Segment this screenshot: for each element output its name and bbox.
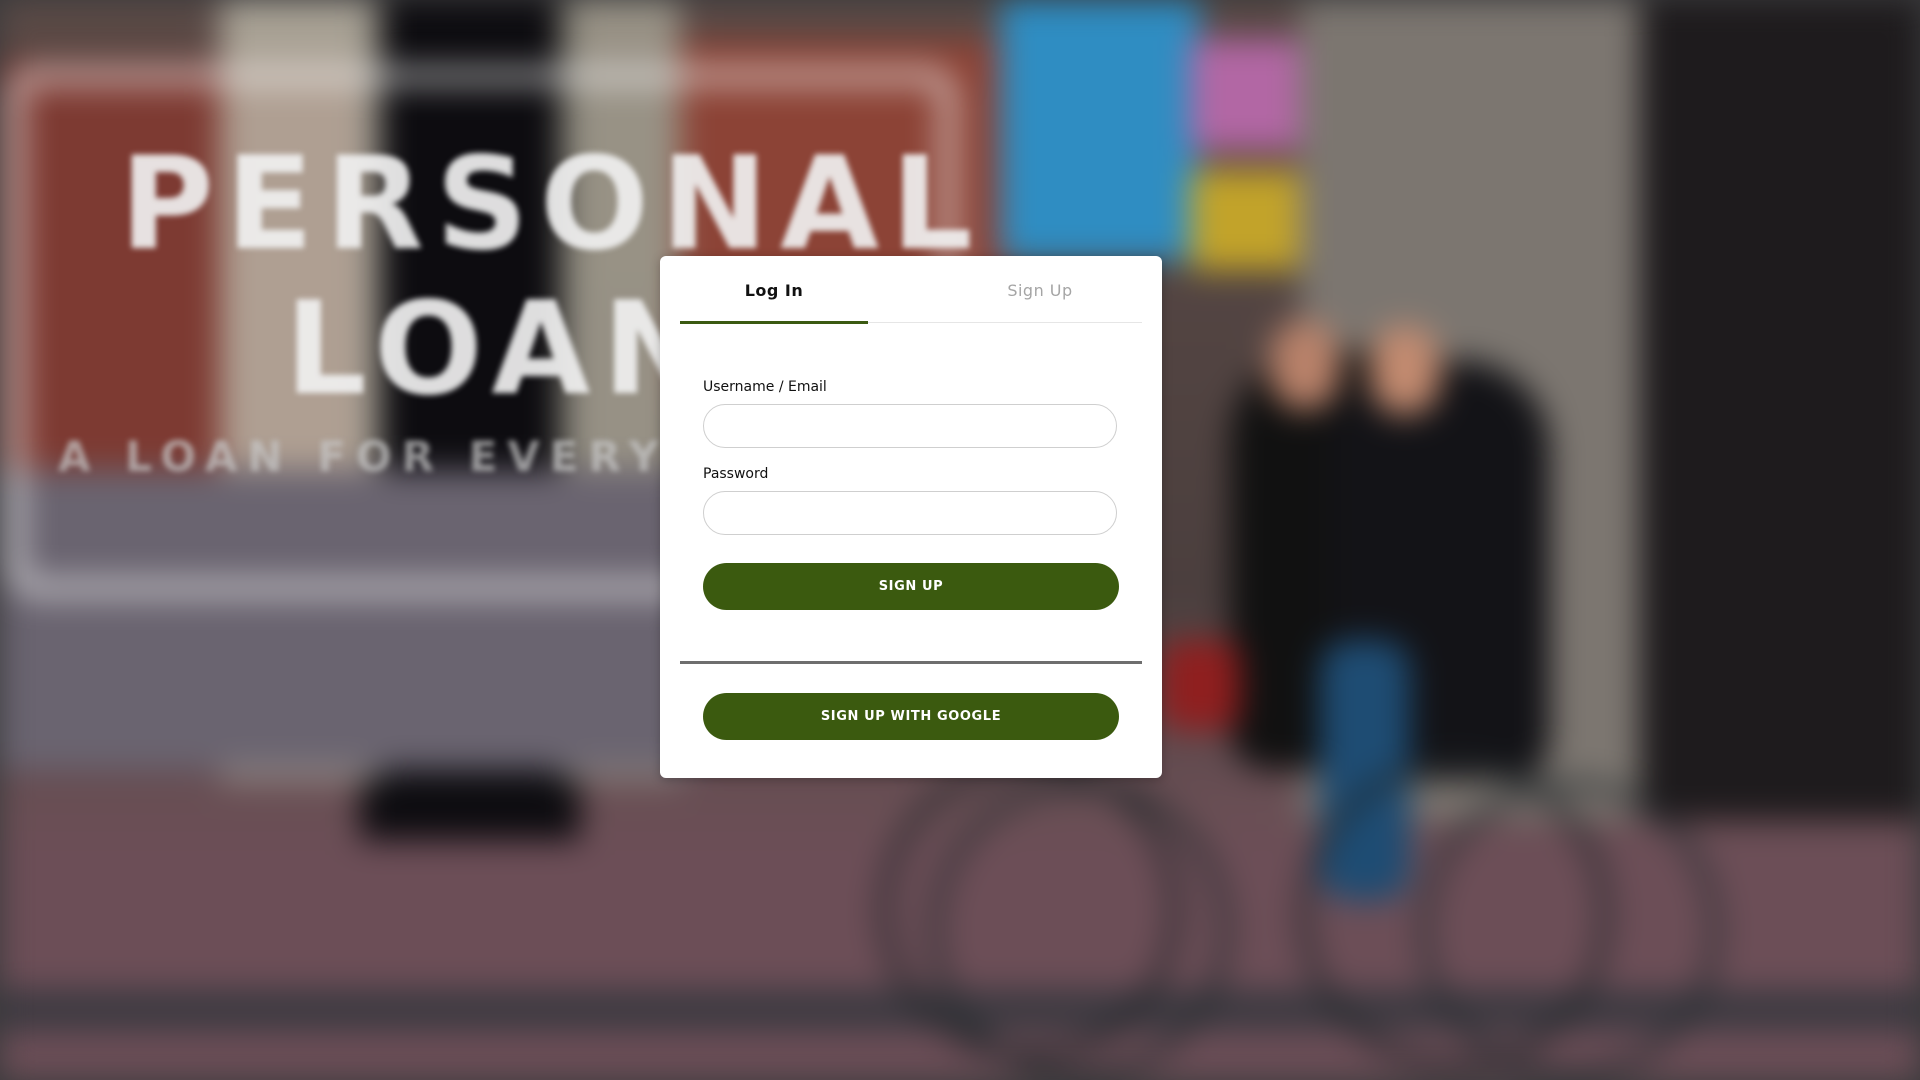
username-label: Username / Email xyxy=(703,379,827,395)
username-email-input[interactable] xyxy=(703,404,1117,448)
divider xyxy=(680,661,1142,664)
sign-up-with-google-button[interactable]: SIGN UP WITH GOOGLE xyxy=(703,693,1119,740)
active-tab-indicator xyxy=(680,321,868,324)
password-input[interactable] xyxy=(703,491,1117,535)
login-card: Log In Sign Up Username / Email Password… xyxy=(660,256,1162,778)
sign-up-button[interactable]: SIGN UP xyxy=(703,563,1119,610)
password-label: Password xyxy=(703,466,769,482)
tab-sign-up[interactable]: Sign Up xyxy=(940,256,1140,324)
sign-line-loan: LOAN xyxy=(285,275,722,424)
tab-log-in[interactable]: Log In xyxy=(680,256,868,324)
